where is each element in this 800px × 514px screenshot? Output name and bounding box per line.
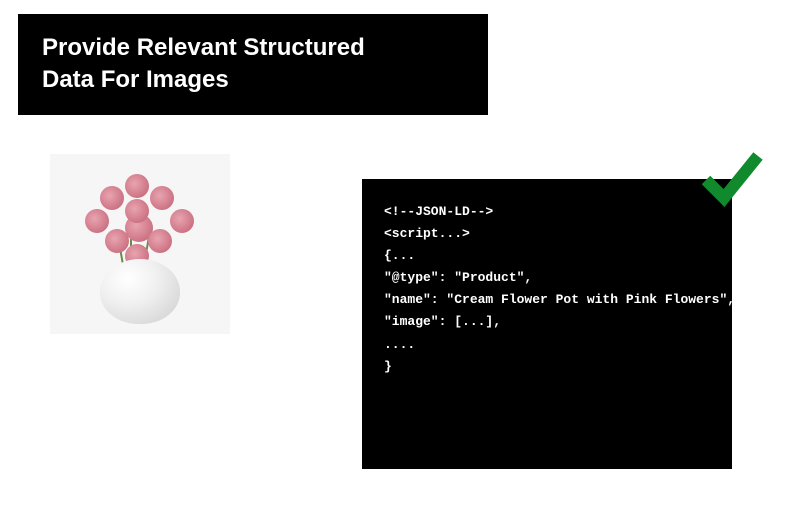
code-line: } [384,356,710,378]
product-image-box [50,154,230,334]
title-line-2: Data For Images [42,66,229,93]
title-line-1: Provide Relevant Structured [42,34,365,61]
code-line: <script...> [384,223,710,245]
title-bar: Provide Relevant Structured Data For Ima… [18,14,488,115]
vase-with-flowers-illustration [65,164,215,324]
code-snippet-box: <!--JSON-LD--> <script...> {... "@type":… [362,179,732,469]
page-title: Provide Relevant Structured Data For Ima… [42,32,464,97]
flowers-cluster [70,164,210,274]
code-line: .... [384,334,710,356]
code-line: <!--JSON-LD--> [384,201,710,223]
checkmark-icon [700,146,764,210]
code-line: {... [384,245,710,267]
code-line: "name": "Cream Flower Pot with Pink Flow… [384,289,710,311]
code-line: "image": [...], [384,311,710,333]
code-line: "@type": "Product", [384,267,710,289]
vase [100,259,180,324]
